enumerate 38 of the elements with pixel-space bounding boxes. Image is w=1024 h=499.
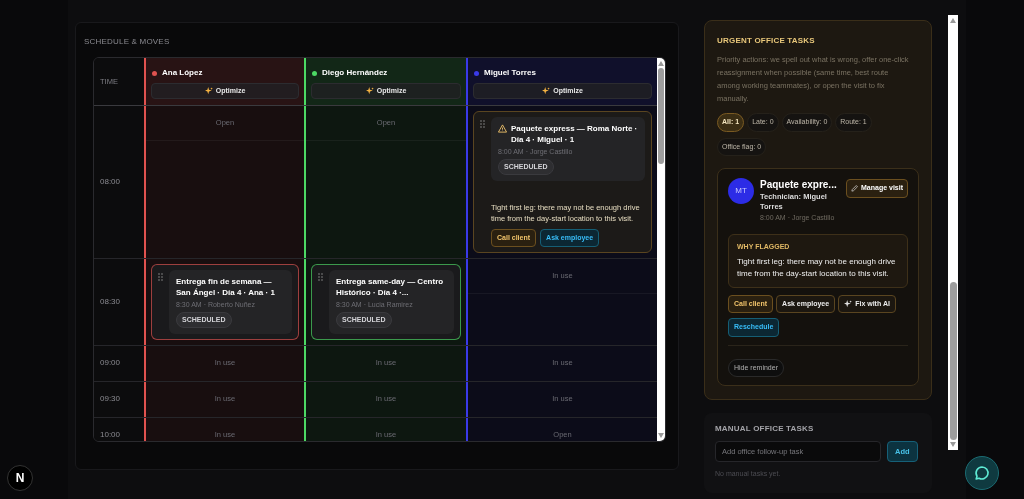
time-label: 08:30 [100, 295, 121, 308]
visit-title: Entrega fin de semana — San Ángel · Día 4 · Ana · 1 [176, 276, 276, 298]
scroll-thumb[interactable] [949, 282, 957, 440]
visit-title: Entrega same-day — Centro Histórico · Día 4 ·... [336, 276, 445, 298]
panel-title: MANUAL OFFICE TASKS [715, 423, 815, 435]
chat-button[interactable] [965, 456, 999, 490]
scroll-thumb[interactable] [658, 68, 664, 164]
time-label: 09:30 [100, 393, 121, 405]
warning-icon [498, 124, 507, 133]
time-label: 08:00 [100, 176, 121, 188]
drag-handle-icon[interactable] [480, 120, 485, 128]
panel-title: URGENT OFFICE TASKS [717, 35, 816, 47]
pencil-icon [851, 184, 858, 192]
section-title: SCHEDULE & MOVES [84, 37, 171, 47]
time-label: 09:00 [100, 357, 121, 369]
scrollbar[interactable] [948, 15, 958, 450]
chat-icon [974, 465, 990, 481]
drag-handle-icon[interactable] [318, 273, 323, 281]
scroll-down-icon[interactable] [658, 433, 664, 438]
scroll-down-icon[interactable] [950, 442, 956, 447]
visit-card[interactable] [473, 111, 652, 253]
scroll-up-icon[interactable] [658, 61, 664, 66]
sparkle-icon [365, 87, 374, 95]
task-title: Paquete expre... [760, 179, 838, 191]
time-label: 10:00 [100, 429, 121, 441]
sparkle-icon [542, 87, 551, 95]
visit-title: Paquete express — Roma Norte · Día 4 · Miguel · 1 [511, 123, 638, 145]
flag-reason: Tight first leg: there may not be enough drive time from the day-start location to this visit. [737, 255, 897, 280]
scroll-up-icon[interactable] [950, 18, 956, 23]
scrollbar[interactable] [657, 58, 665, 441]
technician-name: Miguel Torres [484, 67, 536, 79]
technician-name: Ana López [162, 67, 203, 79]
technician-name: Diego Hernández [322, 67, 388, 79]
sparkle-icon [844, 299, 853, 308]
sparkle-icon [204, 87, 213, 95]
app-logo[interactable]: N [7, 465, 33, 491]
avatar: MT [728, 178, 754, 204]
drag-handle-icon[interactable] [158, 273, 163, 281]
